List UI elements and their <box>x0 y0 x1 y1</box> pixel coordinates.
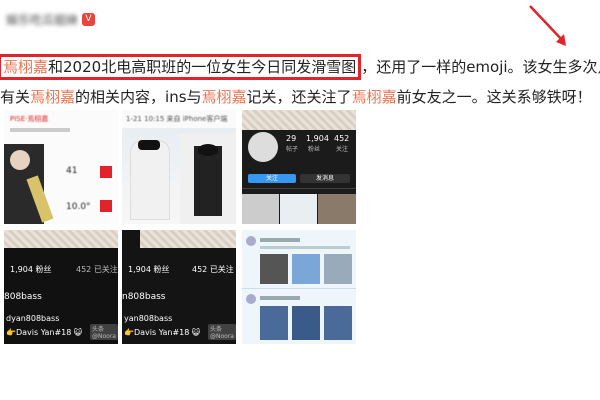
mention-link[interactable]: 焉栩嘉 <box>3 58 48 76</box>
post-line-1: 焉栩嘉和2020北电高职班的一位女生今日同发滑雪图 ，还用了一样的emoji。该女… <box>0 52 600 82</box>
image-grid: PISE·焉栩嘉 41 10.0° 1-21 10:15 来自 iPhone客户… <box>4 110 360 350</box>
profile-bio: 👉Davis Yan#18 😺 <box>6 328 83 337</box>
post-body: 焉栩嘉和2020北电高职班的一位女生今日同发滑雪图 ，还用了一样的emoji。该女… <box>0 52 600 112</box>
post-thumb <box>280 194 317 224</box>
image-pattern <box>4 230 118 248</box>
text-line <box>260 246 350 249</box>
post-photo <box>324 254 352 284</box>
face-shape <box>10 150 30 170</box>
image-thumbnail-5[interactable]: 1,904 粉丝 452 已关注 n808bass yan808bass 👉Da… <box>122 230 236 344</box>
following-count: 452 已关注 <box>76 265 118 274</box>
image-caption: PISE·焉栩嘉 <box>10 115 49 123</box>
divider <box>242 288 356 289</box>
red-square-icon <box>100 166 112 178</box>
profile-handle: n808bass <box>122 292 166 302</box>
profile-name: yan808bass <box>124 314 173 323</box>
post-line-2: 有关焉栩嘉的相关内容，ins与焉栩嘉记关，还关注了焉栩嘉前女友之一。这关系够铁呀… <box>0 82 600 112</box>
author-name[interactable]: 娱乐吃瓜姐妹 <box>6 11 78 28</box>
avatar <box>248 132 278 162</box>
message-button[interactable]: 发消息 <box>300 174 350 183</box>
profile-handle: 808bass <box>4 292 42 302</box>
follow-button[interactable]: 关注 <box>248 174 296 183</box>
mention-link[interactable]: 焉栩嘉 <box>30 88 75 106</box>
red-square-icon <box>100 200 112 212</box>
image-thumbnail-4[interactable]: 1,904 粉丝 452 已关注 808bass dyan808bass 👉Da… <box>4 230 118 344</box>
highlighted-box: 焉栩嘉和2020北电高职班的一位女生今日同发滑雪图 <box>0 54 362 80</box>
post-text: 有关 <box>0 88 31 106</box>
stat-label: 粉丝 <box>308 146 321 153</box>
goggles-shape <box>198 144 218 156</box>
image-pattern <box>140 230 236 248</box>
image-thumbnail-6[interactable] <box>242 230 356 344</box>
post-text: 记关，还关注了 <box>246 88 352 106</box>
avatar <box>246 294 256 304</box>
image-pattern <box>242 110 356 130</box>
profile-bio: 👉Davis Yan#18 😺 <box>124 328 201 337</box>
post-text: 前女友之一。这关系够铁呀！ <box>396 88 592 106</box>
post-count: 29 <box>286 134 297 143</box>
image-thumbnail-3[interactable]: 29 1,904 452 帖子 粉丝 关注 关注 发消息 <box>242 110 356 224</box>
profile-name: dyan808bass <box>6 314 60 323</box>
mention-link[interactable]: 焉栩嘉 <box>202 88 247 106</box>
post-photo <box>292 254 320 284</box>
person-white-coat <box>130 140 170 220</box>
watermark: 头条 @Noora <box>208 324 236 340</box>
fans-count: 1,904 粉丝 <box>10 265 52 274</box>
post-text: 的相关内容，ins与 <box>75 88 202 106</box>
following-count: 452 <box>334 134 350 143</box>
stat-value: 41 <box>66 166 78 176</box>
stat-value: 10.0° <box>66 202 91 212</box>
text-line <box>260 238 300 242</box>
image-thumbnail-1[interactable]: PISE·焉栩嘉 41 10.0° <box>4 110 118 224</box>
avatar <box>246 236 256 246</box>
following-count: 452 已关注 <box>192 265 234 274</box>
post-text: 和2020北电高职班的一位女生今日同发滑雪图 <box>48 58 357 76</box>
post-photo <box>292 306 320 340</box>
watermark: 头条 @Noora <box>90 324 118 340</box>
post-photo <box>260 254 288 284</box>
fans-count: 1,904 粉丝 <box>128 265 170 274</box>
mention-link[interactable]: 焉栩嘉 <box>352 88 397 106</box>
post-header: 娱乐吃瓜姐妹 V <box>6 8 96 30</box>
stat-label: 帖子 <box>286 146 299 153</box>
post-photo <box>324 306 352 340</box>
fans-count: 1,904 <box>306 134 329 143</box>
red-arrow-icon <box>529 5 566 46</box>
text-line <box>260 296 300 300</box>
stat-label: 关注 <box>336 146 349 153</box>
vip-badge-icon: V <box>82 12 96 26</box>
post-thumb <box>318 194 356 224</box>
image-text-line <box>10 128 70 132</box>
person-dark-coat <box>194 146 222 216</box>
post-thumb <box>242 194 279 224</box>
goggles-shape <box>138 140 160 150</box>
image-thumbnail-2[interactable]: 1-21 10:15 来自 iPhone客户端 <box>122 110 236 224</box>
post-text: ，还用了一样的emoji。该女生多次点赞 <box>361 58 600 76</box>
divider <box>242 188 356 189</box>
post-photo <box>260 306 288 340</box>
image-caption: 1-21 10:15 来自 iPhone客户端 <box>126 115 228 123</box>
